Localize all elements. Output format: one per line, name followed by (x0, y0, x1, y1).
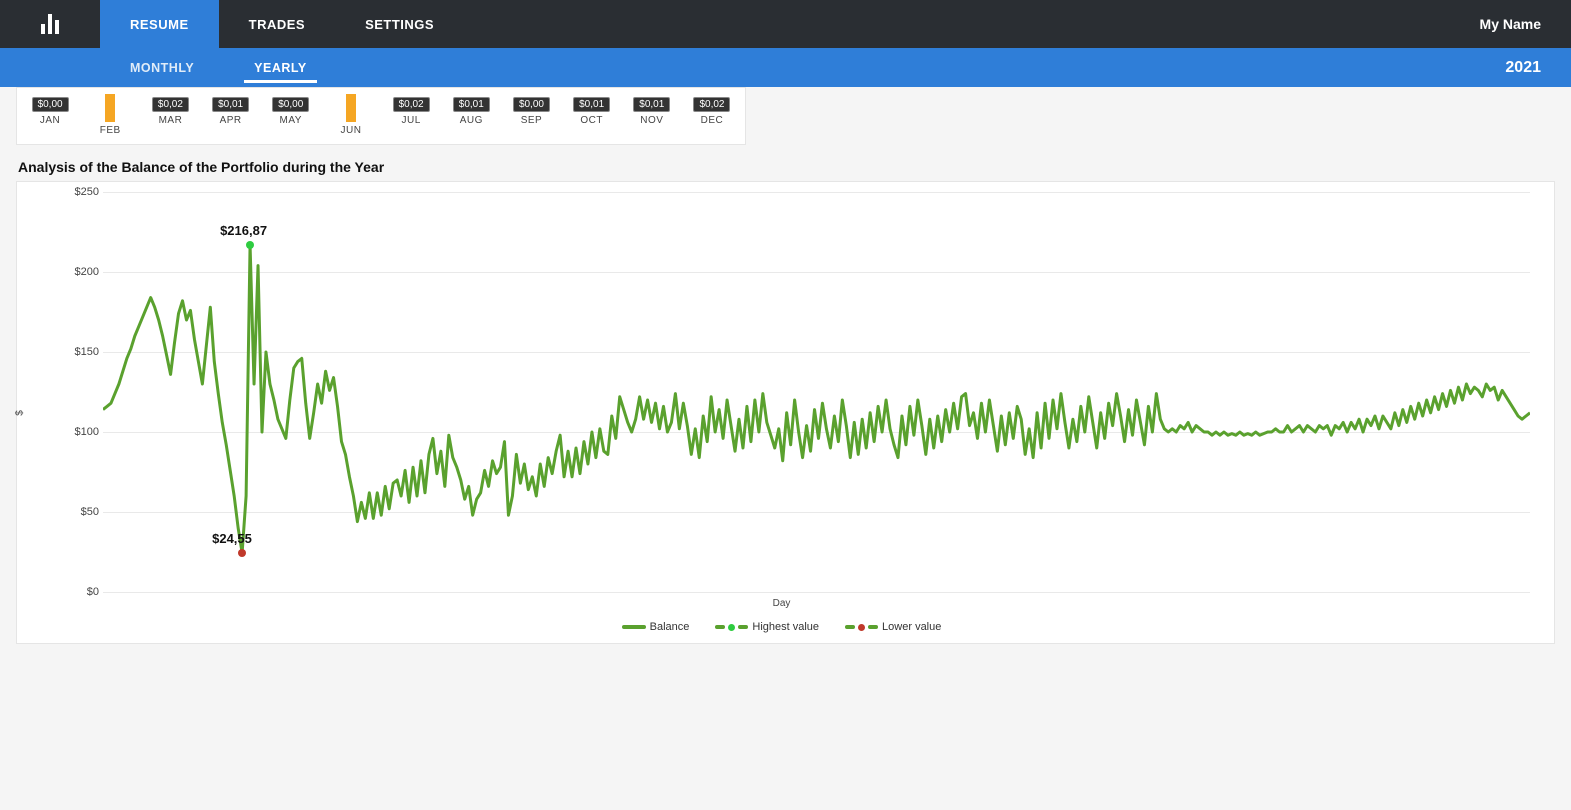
monthly-mini-chart: $0,00 JAN FEB $0,02 MAR $0,01 APR $0,00 MAY JUN $0… (16, 87, 746, 145)
nav-tabs: RESUME TRADES SETTINGS (100, 0, 464, 48)
x-axis-label: Day (23, 598, 1540, 609)
y-axis-label: $ (14, 410, 25, 416)
mini-month-aug: $0,01 AUG (448, 94, 494, 136)
mini-badge: $0,01 (212, 97, 249, 112)
mini-month-may: $0,00 MAY (268, 94, 314, 136)
mini-month-label: JUL (388, 115, 434, 126)
logo (0, 0, 100, 48)
mini-badge: $0,01 (633, 97, 670, 112)
bars-icon (41, 14, 59, 34)
mini-month-nov: $0,01 NOV (629, 94, 675, 136)
chart-box: $ $0 $50 $100 $150 $200 $250 $216,87 $24,55 Day… (16, 181, 1555, 644)
mini-bar (105, 94, 115, 122)
mini-badge: $0,00 (513, 97, 550, 112)
ytick: $100 (75, 426, 99, 438)
subbar: MONTHLY YEARLY 2021 (0, 48, 1571, 87)
legend-highest: Highest value (715, 621, 819, 633)
mini-month-jan: $0,00 JAN (27, 94, 73, 136)
ytick: $200 (75, 266, 99, 278)
line-chart: $0$50$100$150$200$250$216,87$24,55 (57, 192, 1540, 592)
tab-trades[interactable]: TRADES (219, 0, 335, 48)
mini-month-label: OCT (569, 115, 615, 126)
legend: Balance Highest value Lower value (23, 621, 1540, 633)
mini-month-jul: $0,02 JUL (388, 94, 434, 136)
mini-month-label: SEP (508, 115, 554, 126)
highest-label: $216,87 (220, 223, 267, 238)
highest-marker (246, 241, 254, 249)
tab-resume[interactable]: RESUME (100, 0, 219, 48)
mini-month-label: JUN (328, 125, 374, 136)
mini-month-label: APR (208, 115, 254, 126)
mini-month-feb: FEB (87, 94, 133, 136)
lowest-label: $24,55 (212, 531, 252, 546)
topbar: RESUME TRADES SETTINGS My Name (0, 0, 1571, 48)
mini-month-mar: $0,02 MAR (147, 94, 193, 136)
mini-month-apr: $0,01 APR (208, 94, 254, 136)
legend-lowest: Lower value (845, 621, 941, 633)
subtab-yearly[interactable]: YEARLY (224, 48, 337, 87)
tab-settings[interactable]: SETTINGS (335, 0, 464, 48)
mini-badge: $0,02 (693, 97, 730, 112)
ytick: $50 (81, 506, 99, 518)
ytick: $250 (75, 186, 99, 198)
user-name[interactable]: My Name (1480, 16, 1571, 32)
mini-badge: $0,01 (453, 97, 490, 112)
mini-month-dec: $0,02 DEC (689, 94, 735, 136)
mini-month-label: JAN (27, 115, 73, 126)
mini-month-label: NOV (629, 115, 675, 126)
ytick: $150 (75, 346, 99, 358)
lowest-marker (238, 549, 246, 557)
chart-title: Analysis of the Balance of the Portfolio… (18, 159, 1555, 175)
mini-month-oct: $0,01 OCT (569, 94, 615, 136)
mini-badge: $0,02 (152, 97, 189, 112)
mini-month-sep: $0,00 SEP (508, 94, 554, 136)
mini-month-label: FEB (87, 125, 133, 136)
year-label: 2021 (1505, 59, 1571, 77)
mini-month-label: MAR (147, 115, 193, 126)
mini-badge: $0,02 (393, 97, 430, 112)
mini-bar (346, 94, 356, 122)
mini-badge: $0,00 (272, 97, 309, 112)
subtab-monthly[interactable]: MONTHLY (100, 48, 224, 87)
mini-badge: $0,01 (573, 97, 610, 112)
mini-month-label: AUG (448, 115, 494, 126)
legend-balance: Balance (622, 621, 690, 633)
mini-badge: $0,00 (32, 97, 69, 112)
mini-month-label: DEC (689, 115, 735, 126)
ytick: $0 (87, 586, 99, 598)
mini-month-jun: JUN (328, 94, 374, 136)
mini-month-label: MAY (268, 115, 314, 126)
